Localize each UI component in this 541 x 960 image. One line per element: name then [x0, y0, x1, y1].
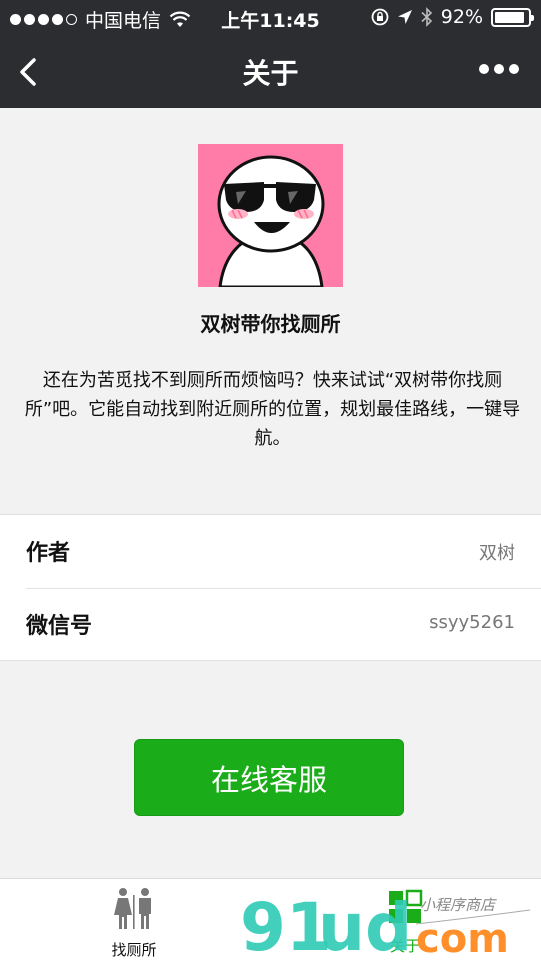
status-right: 92% [371, 6, 534, 28]
wechat-id-label: 微信号 [26, 614, 93, 639]
battery-fill [495, 11, 525, 23]
tab-find-restroom-label: 找厕所 [111, 941, 157, 959]
sunglasses-face-icon [217, 155, 325, 287]
status-bar: 中国电信 上午11:45 92% [0, 0, 541, 36]
app-logo [198, 144, 343, 287]
location-arrow-icon [397, 10, 412, 24]
wechat-id-value: ssyy5261 [429, 612, 515, 633]
battery-percent: 92% [440, 6, 483, 28]
tab-about[interactable]: 关于 [345, 887, 465, 956]
app-description: 还在为苦觅找不到厕所而烦恼吗？快来试试“双树带你找厕所”吧。它能自动找到附近厕所… [24, 370, 521, 449]
rotation-lock-icon [371, 8, 389, 26]
tab-find-restroom[interactable]: 找厕所 [74, 887, 194, 960]
info-list: 作者 双树 微信号 ssyy5261 [0, 514, 541, 661]
restroom-icon [114, 888, 151, 929]
top-bar: 中国电信 上午11:45 92% 关于 [0, 0, 541, 108]
page-content: 双树带你找厕所 还在为苦觅找不到厕所而烦恼吗？快来试试“双树带你找厕所”吧。它能… [0, 108, 541, 878]
more-options-icon[interactable] [479, 64, 519, 74]
author-label: 作者 [26, 541, 71, 566]
info-row-wechat-id: 微信号 ssyy5261 [0, 588, 541, 661]
online-service-button[interactable]: 在线客服 [134, 739, 404, 816]
page-title: 关于 [242, 57, 299, 90]
author-value: 双树 [479, 543, 515, 564]
tab-about-label: 关于 [389, 937, 420, 955]
battery-icon [491, 7, 534, 27]
about-grid-icon [389, 889, 423, 923]
info-row-author: 作者 双树 [0, 515, 541, 589]
app-name: 双树带你找厕所 [200, 312, 341, 336]
tab-bar: 找厕所 关于 [0, 878, 541, 960]
navigation-bar: 关于 [0, 36, 541, 108]
bluetooth-icon [421, 7, 432, 27]
app-intro: 双树带你找厕所 还在为苦觅找不到厕所而烦恼吗？快来试试“双树带你找厕所”吧。它能… [0, 108, 541, 514]
